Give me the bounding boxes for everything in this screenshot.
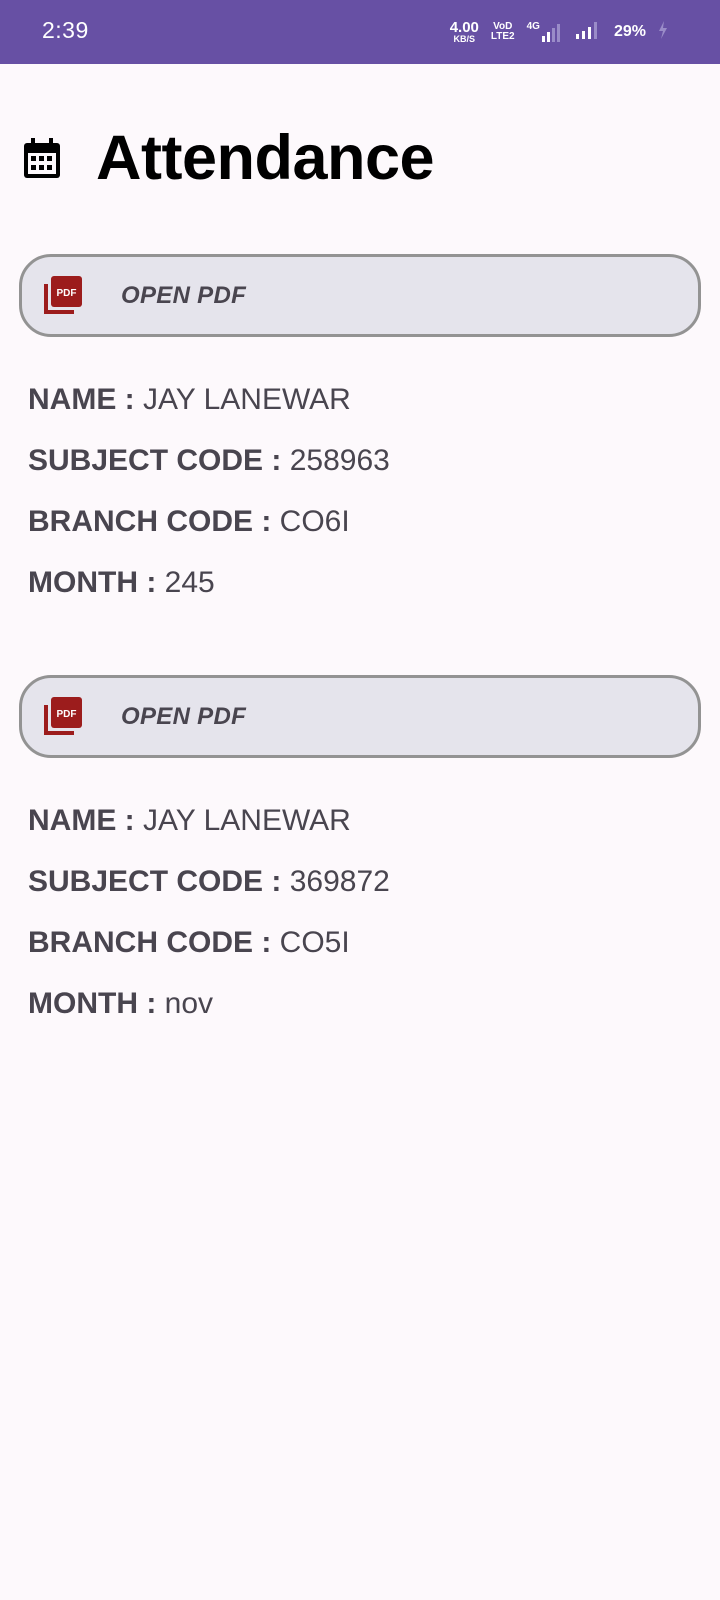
name-label: NAME : [28,383,135,416]
signal-4g-icon: 4G [527,21,564,43]
record-details: NAME : JAY LANEWAR SUBJECT CODE : 369872… [19,804,701,1048]
open-pdf-label: OPEN PDF [121,702,247,730]
status-bar: 2:39 4.00 KB/S VoD LTE2 4G 29% [0,0,720,64]
subject-code-value: 258963 [289,444,390,477]
network-speed: 4.00 KB/S [450,20,479,44]
open-pdf-button[interactable]: PDF OPEN PDF [19,675,701,758]
month-label: MONTH : [28,566,157,599]
network-speed-unit: KB/S [453,34,476,44]
record-details: NAME : JAY LANEWAR SUBJECT CODE : 258963… [19,383,701,627]
subject-code-value: 369872 [289,865,390,898]
attendance-record: PDF OPEN PDF NAME : JAY LANEWAR SUBJECT … [19,254,701,627]
branch-code-row: BRANCH CODE : CO6I [28,505,701,566]
name-label: NAME : [28,804,135,837]
volte-bottom: LTE2 [490,31,515,42]
branch-code-label: BRANCH CODE : [28,505,272,538]
name-row: NAME : JAY LANEWAR [28,383,701,444]
pdf-icon: PDF [42,275,82,316]
branch-code-value: CO5I [279,926,350,959]
branch-code-value: CO6I [279,505,350,538]
month-value: 245 [164,566,215,599]
open-pdf-label: OPEN PDF [121,281,247,309]
subject-code-row: SUBJECT CODE : 369872 [28,865,701,926]
battery-level: 29% [613,23,646,40]
branch-code-label: BRANCH CODE : [28,926,272,959]
status-time: 2:39 [42,17,89,43]
network-speed-value: 4.00 [449,19,479,36]
svg-text:PDF: PDF [57,288,77,299]
month-row: MONTH : 245 [28,566,701,627]
page-title: Attendance [96,123,435,193]
svg-text:PDF: PDF [57,709,77,720]
attendance-record: PDF OPEN PDF NAME : JAY LANEWAR SUBJECT … [19,675,701,1048]
charging-icon [658,20,668,45]
month-label: MONTH : [28,987,157,1020]
name-value: JAY LANEWAR [143,383,351,416]
subject-code-label: SUBJECT CODE : [28,865,282,898]
month-row: MONTH : nov [28,987,701,1048]
page-header: Attendance [24,118,435,198]
subject-code-label: SUBJECT CODE : [28,444,282,477]
subject-code-row: SUBJECT CODE : 258963 [28,444,701,505]
signal-icon [575,20,602,45]
branch-code-row: BRANCH CODE : CO5I [28,926,701,987]
month-value: nov [164,987,214,1020]
name-row: NAME : JAY LANEWAR [28,804,701,865]
open-pdf-button[interactable]: PDF OPEN PDF [19,254,701,337]
name-value: JAY LANEWAR [143,804,351,837]
network-type: 4G [526,21,540,32]
calendar-icon [24,138,60,178]
volte-icon: VoD LTE2 [491,22,515,42]
status-icons: 4.00 KB/S VoD LTE2 4G 29% [450,18,668,46]
pdf-icon: PDF [42,696,82,737]
